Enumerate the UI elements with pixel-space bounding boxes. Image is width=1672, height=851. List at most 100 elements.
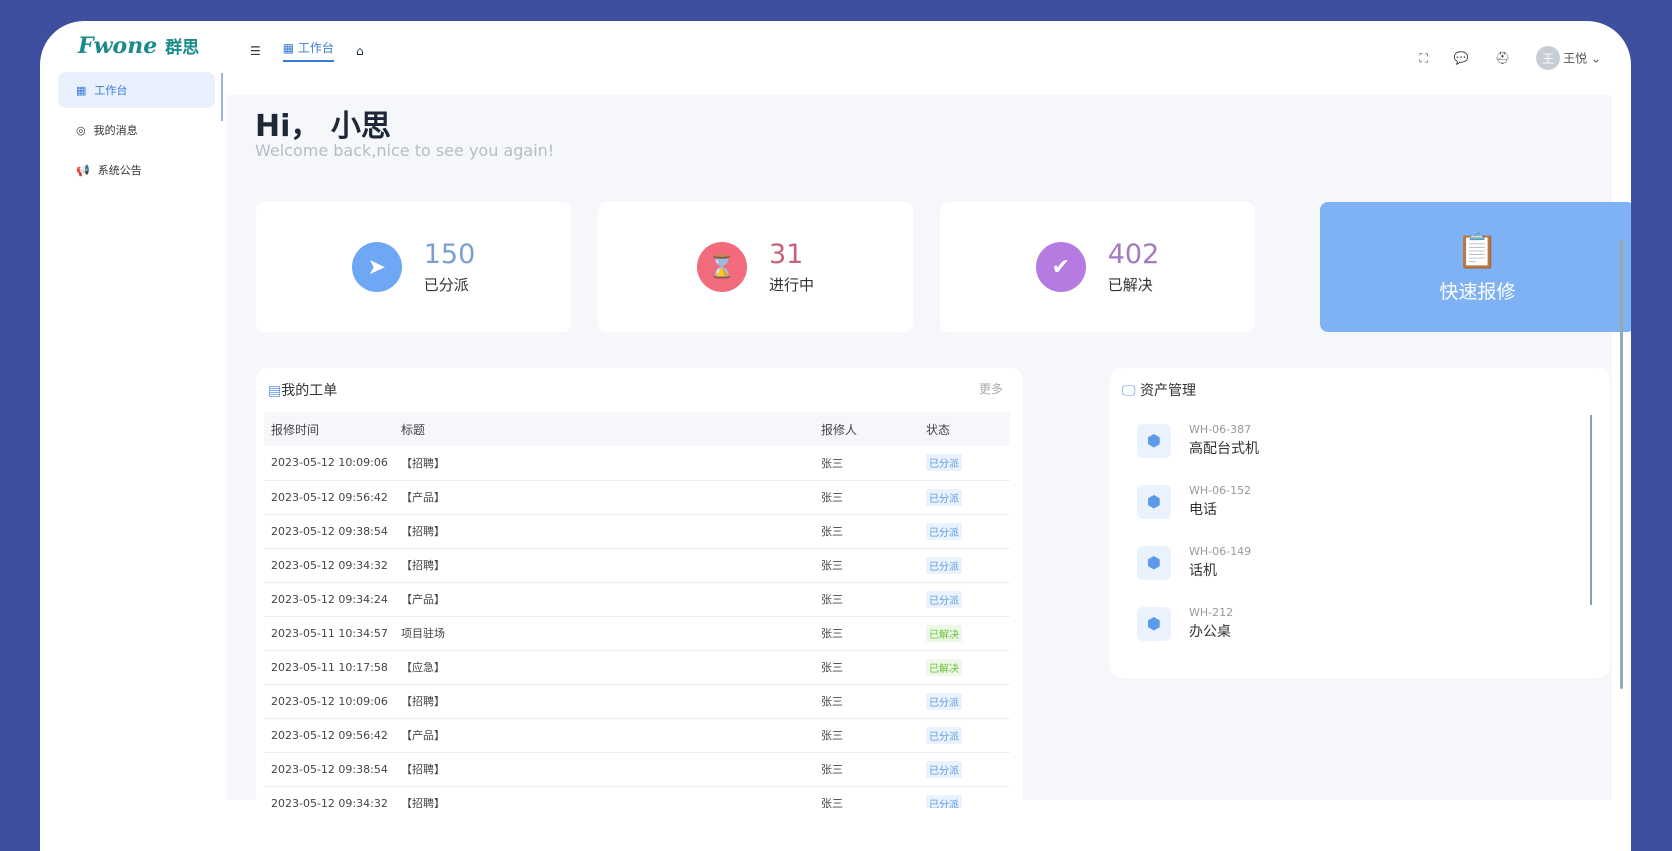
title-cell: 【招聘】: [394, 684, 814, 719]
reporter-cell: 张三: [814, 582, 919, 617]
status-badge: 已分派: [926, 522, 962, 540]
support-icon[interactable]: ⛑: [1495, 51, 1510, 65]
date-cell: 2023-05-12 09:34:32: [264, 786, 394, 808]
asset-code: WH-06-149: [1189, 545, 1252, 558]
title-cell: 【产品】: [394, 718, 814, 753]
title-cell: 【应急】: [394, 650, 814, 685]
quick-repair-button[interactable]: 📋 快速报修: [1320, 202, 1631, 332]
panel-title: ▤我的工单: [268, 383, 338, 399]
status-badge: 已分派: [926, 488, 962, 506]
col-header: 标题: [394, 412, 814, 446]
sidebar-item-workbench[interactable]: ▦ 工作台: [58, 72, 215, 108]
reporter-cell: 张三: [814, 718, 919, 753]
megaphone-icon: 📢: [76, 163, 90, 177]
monitor-icon: 🖵: [1122, 383, 1136, 399]
reporter-cell: 张三: [814, 548, 919, 583]
cube-icon: ⬢: [1137, 484, 1171, 519]
reporter-cell: 张三: [814, 446, 919, 481]
clipboard-check-icon: ✔: [1035, 242, 1086, 292]
status-badge: 已分派: [926, 454, 962, 472]
stat-card-dispatched[interactable]: ➤ 150 已分派: [256, 202, 571, 332]
reporter-cell: 张三: [814, 786, 919, 808]
status-badge: 已分派: [926, 760, 962, 778]
date-cell: 2023-05-12 09:56:42: [264, 480, 394, 515]
title-cell: 【招聘】: [394, 786, 814, 808]
date-cell: 2023-05-12 09:56:42: [264, 718, 394, 753]
asset-item[interactable]: ⬢ WH-212 办公桌: [1137, 606, 1233, 641]
reporter-cell: 张三: [814, 752, 919, 787]
col-header: 状态: [919, 412, 1010, 446]
asset-code: WH-212: [1189, 606, 1234, 619]
date-cell: 2023-05-11 10:34:57: [264, 616, 394, 651]
hourglass-icon: ⌛: [696, 242, 747, 292]
stat-card-resolved[interactable]: ✔ 402 已解决: [940, 202, 1255, 332]
sidebar-item-announcements[interactable]: 📢 系统公告: [58, 152, 215, 188]
asset-name: 电话: [1189, 502, 1217, 518]
title-cell: 【招聘】: [394, 548, 814, 583]
subtitle: Welcome back,nice to see you again!: [255, 141, 555, 160]
asset-name: 话机: [1189, 563, 1217, 579]
table-row[interactable]: 2023-05-12 09:38:54 【招聘】 张三 已分派: [264, 514, 1010, 549]
asset-code: WH-06-152: [1189, 484, 1252, 497]
title-cell: 【招聘】: [394, 446, 814, 481]
fullscreen-icon[interactable]: ⛶: [1420, 51, 1428, 66]
asset-item[interactable]: ⬢ WH-06-152 电话: [1137, 484, 1251, 519]
table-row[interactable]: 2023-05-12 09:34:24 【产品】 张三 已分派: [264, 582, 1010, 617]
status-badge: 已分派: [926, 590, 962, 608]
nav-workbench[interactable]: ▦ 工作台: [282, 39, 334, 62]
asset-item[interactable]: ⬢ WH-06-387 高配台式机: [1137, 423, 1259, 458]
table-row[interactable]: 2023-05-12 09:38:54 【招聘】 张三 已分派: [264, 752, 1010, 787]
page-scrollbar[interactable]: [1620, 239, 1623, 689]
reporter-cell: 张三: [814, 514, 919, 549]
cube-icon: ⬢: [1137, 423, 1171, 458]
chat-icon[interactable]: 💬: [1454, 51, 1469, 65]
table-row[interactable]: 2023-05-12 09:56:42 【产品】 张三 已分派: [264, 480, 1010, 515]
menu-toggle-icon[interactable]: ☰: [250, 44, 261, 58]
more-link[interactable]: 更多: [979, 380, 1003, 397]
table-row[interactable]: 2023-05-12 09:56:42 【产品】 张三 已分派: [264, 718, 1010, 753]
asset-item[interactable]: ⬢ WH-06-149 话机: [1137, 545, 1251, 580]
status-badge: 已解决: [926, 658, 962, 676]
work-orders-table: 报修时间 标题 报修人 状态 2023-05-12 10:09:06 【招聘】 张三…: [264, 412, 1010, 808]
date-cell: 2023-05-12 09:38:54: [264, 752, 394, 787]
work-orders-panel: ▤我的工单 更多 报修时间 标题 报修人 状态 2023-05-12 10:09…: [256, 368, 1023, 808]
table-row[interactable]: 2023-05-12 09:34:32 【招聘】 张三 已分派: [264, 548, 1010, 583]
table-row[interactable]: 2023-05-12 10:09:06 【招聘】 张三 已分派: [264, 446, 1010, 481]
paper-plane-icon: ➤: [351, 242, 402, 292]
clipboard-icon: 📋: [1456, 230, 1499, 271]
status-badge: 已分派: [926, 726, 962, 744]
cube-icon: ⬢: [1137, 606, 1171, 641]
date-cell: 2023-05-12 09:34:32: [264, 548, 394, 583]
col-header: 报修时间: [264, 412, 394, 446]
asset-name: 办公桌: [1189, 624, 1231, 640]
grid-icon: ▦: [76, 83, 87, 97]
table-row[interactable]: 2023-05-11 10:17:58 【应急】 张三 已解决: [264, 650, 1010, 685]
table-row[interactable]: 2023-05-11 10:34:57 项目驻场 张三 已解决: [264, 616, 1010, 651]
table-row[interactable]: 2023-05-12 10:09:06 【招聘】 张三 已分派: [264, 684, 1010, 719]
stat-card-in-progress[interactable]: ⌛ 31 进行中: [598, 202, 913, 332]
divider: [221, 73, 223, 121]
reporter-cell: 张三: [814, 480, 919, 515]
chevron-down-icon: ⌄: [1590, 51, 1601, 66]
date-cell: 2023-05-12 09:34:24: [264, 582, 394, 617]
date-cell: 2023-05-11 10:17:58: [264, 650, 394, 685]
status-badge: 已分派: [926, 556, 962, 574]
table-row[interactable]: 2023-05-12 09:34:32 【招聘】 张三 已分派: [264, 786, 1010, 808]
home-icon[interactable]: ⌂: [356, 44, 364, 58]
user-menu[interactable]: 王王悦 ⌄: [1536, 46, 1601, 70]
status-badge: 已分派: [926, 794, 962, 808]
sidebar-item-messages[interactable]: ◎ 我的消息: [58, 112, 215, 148]
title-cell: 【产品】: [394, 480, 814, 515]
main-content: Hi， 小思 Welcome back,nice to see you agai…: [227, 95, 1631, 808]
date-cell: 2023-05-12 09:38:54: [264, 514, 394, 549]
clipboard-icon: ▤: [268, 383, 282, 399]
cube-icon: ⬢: [1137, 545, 1171, 580]
title-cell: 【招聘】: [394, 752, 814, 787]
message-icon: ◎: [76, 123, 86, 137]
scrollbar[interactable]: [1590, 415, 1592, 605]
date-cell: 2023-05-12 10:09:06: [264, 684, 394, 719]
logo: Fwone 群思: [78, 33, 200, 59]
col-header: 报修人: [814, 412, 919, 446]
page-title: Hi， 小思: [255, 109, 391, 144]
reporter-cell: 张三: [814, 650, 919, 685]
